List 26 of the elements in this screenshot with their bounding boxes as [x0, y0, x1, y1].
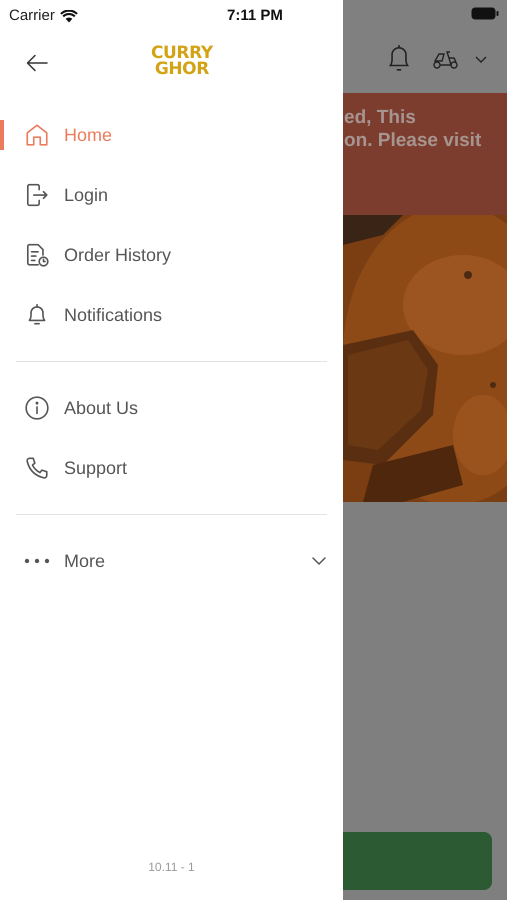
- chevron-down-icon: [311, 556, 327, 566]
- menu-item[interactable]: About Us: [0, 378, 343, 438]
- back-arrow-icon: [26, 53, 50, 73]
- selection-indicator: [0, 120, 4, 150]
- carrier-name: Carrier: [9, 6, 55, 26]
- banner-text: ed, This: [343, 106, 417, 129]
- scooter-icon: [432, 49, 460, 69]
- bell-icon: [386, 43, 412, 73]
- more-item[interactable]: More: [0, 531, 343, 591]
- logo: CURRY GHOR: [151, 45, 213, 77]
- battery-icon: [471, 7, 499, 20]
- exit-door-icon: [24, 182, 50, 208]
- info-icon: [24, 395, 50, 421]
- banner-text: on. Please visit: [343, 129, 482, 152]
- menu-item[interactable]: Support: [0, 438, 343, 498]
- menu-item[interactable]: Notifications: [0, 285, 343, 345]
- phone-icon: [24, 455, 50, 481]
- more-dots-icon: [24, 558, 50, 564]
- clock-time: 7:11 PM: [227, 6, 283, 26]
- version-label: 10.11 - 1: [147, 859, 196, 876]
- menu-item[interactable]: Login: [0, 165, 343, 225]
- document-clock-icon: [24, 242, 50, 268]
- menu-item[interactable]: Order History: [0, 225, 343, 285]
- home-icon: [24, 122, 50, 148]
- chevron-down-icon: [475, 56, 487, 64]
- wifi-icon: [60, 10, 78, 23]
